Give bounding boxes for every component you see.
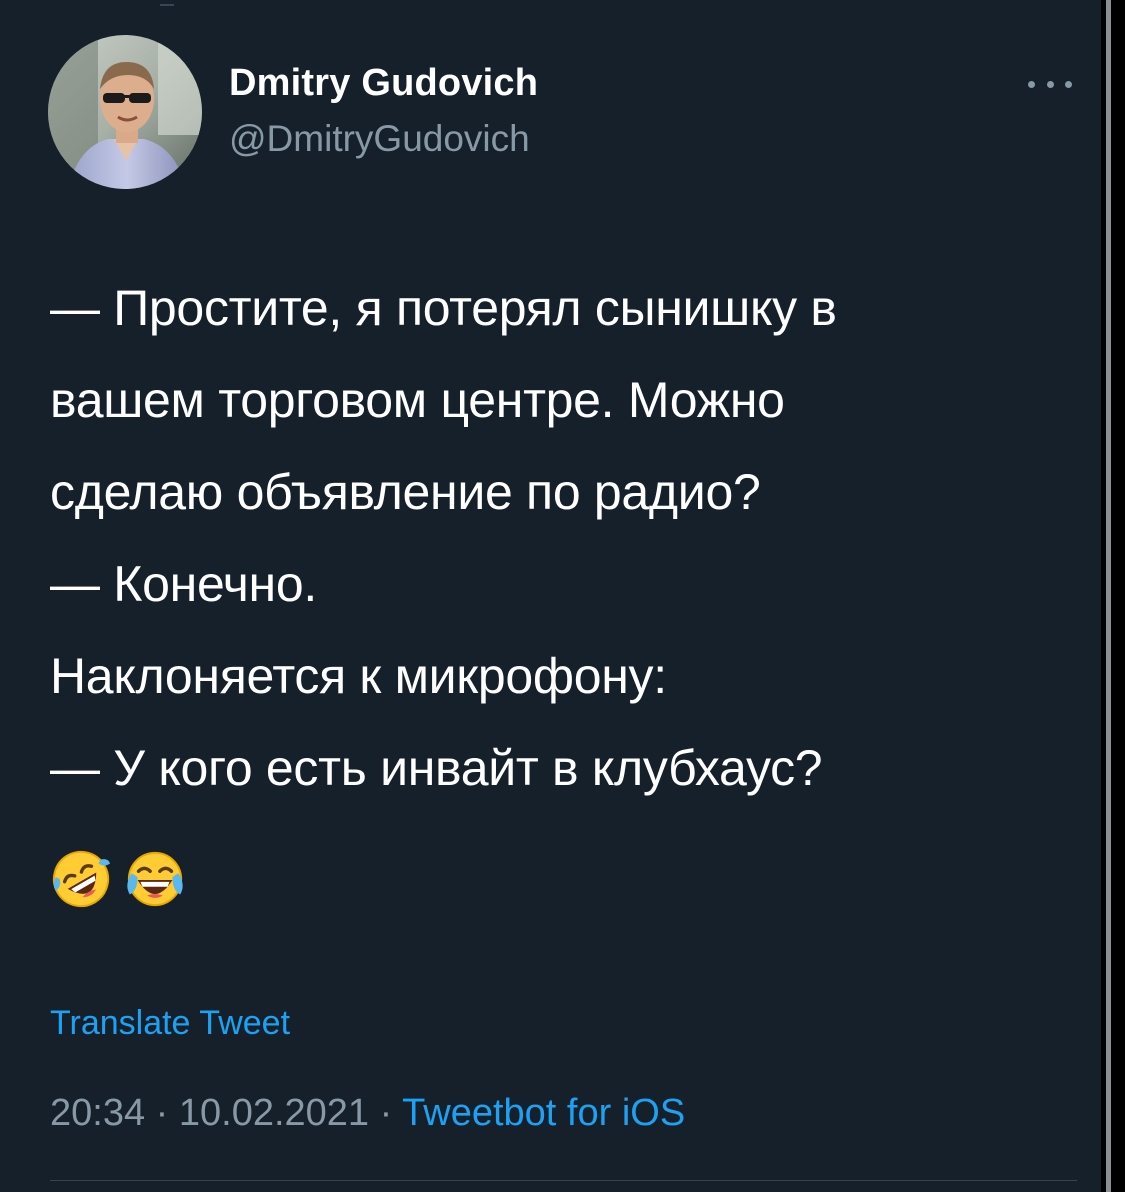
- tweet-text-line: сделаю объявление по радио?: [50, 464, 761, 520]
- ellipsis-dot: [1065, 80, 1072, 88]
- tweet-date[interactable]: 10.02.2021: [179, 1092, 369, 1134]
- previous-tweet-fragment: [160, 0, 174, 6]
- ellipsis-dot: [1046, 80, 1054, 88]
- meta-separator: ·: [145, 1092, 179, 1134]
- tweet-source-link[interactable]: Tweetbot for iOS: [402, 1092, 685, 1134]
- tweet-text-line: вашем торговом центре. Можно: [50, 372, 785, 428]
- author-avatar[interactable]: [48, 35, 202, 189]
- scrollbar-track[interactable]: [1101, 0, 1125, 1192]
- tweet-text-line: — Конечно.: [50, 556, 317, 612]
- user-photo-avatar-icon: [48, 35, 202, 189]
- meta-separator: ·: [369, 1092, 403, 1134]
- divider: [50, 1180, 1077, 1181]
- translate-tweet-link[interactable]: Translate Tweet: [50, 1004, 290, 1043]
- tweet-text: — Простите, я потерял сынишку в вашем то…: [50, 262, 1090, 814]
- tweet-meta: 20:34 · 10.02.2021 · Tweetbot for iOS: [50, 1092, 685, 1135]
- author-display-name[interactable]: Dmitry Gudovich: [229, 62, 538, 105]
- tweet-text-line: — У кого есть инвайт в клубхаус?: [50, 740, 823, 796]
- tweet-text-line: Наклоняется к микрофону:: [50, 648, 667, 704]
- ellipsis-dot: [1028, 80, 1035, 88]
- ellipsis-icon[interactable]: [1028, 76, 1072, 92]
- emoji-row: [50, 848, 186, 912]
- rolling-on-floor-laughing-emoji-icon: [52, 850, 111, 908]
- scrollbar-thumb[interactable]: [1106, 0, 1111, 1192]
- tweet-text-line: — Простите, я потерял сынишку в: [50, 280, 837, 336]
- author-handle[interactable]: @DmitryGudovich: [229, 118, 530, 160]
- face-with-tears-of-joy-emoji-icon: [127, 851, 183, 907]
- tweet-time[interactable]: 20:34: [50, 1092, 145, 1134]
